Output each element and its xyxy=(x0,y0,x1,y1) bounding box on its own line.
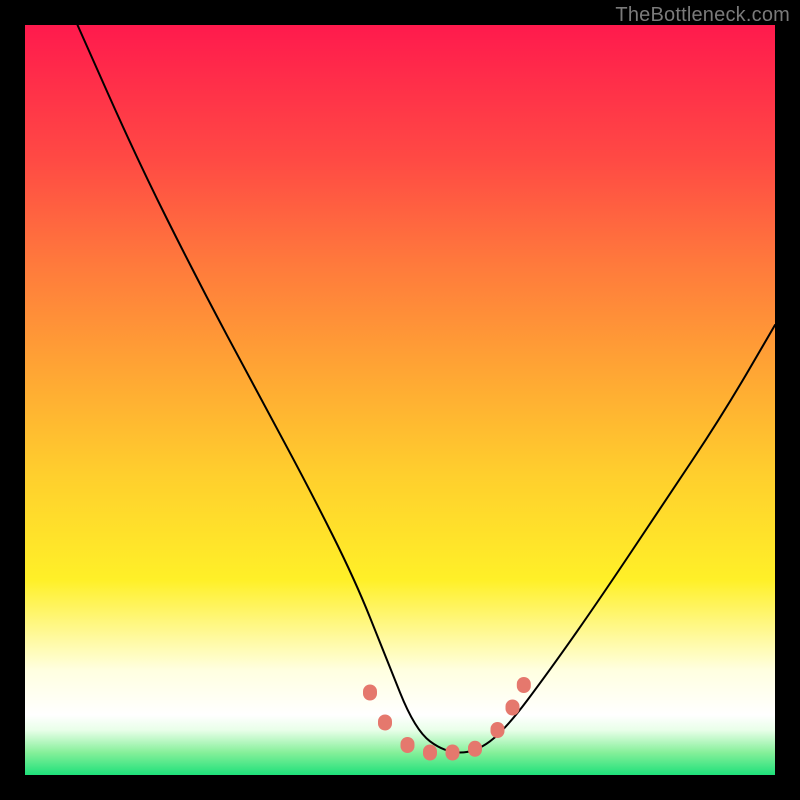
watermark-label: TheBottleneck.com xyxy=(615,4,790,27)
trough-marker xyxy=(363,685,377,701)
chart-frame: TheBottleneck.com xyxy=(0,0,800,800)
trough-marker xyxy=(446,745,460,761)
chart-svg xyxy=(25,25,775,775)
bottleneck-curve xyxy=(78,25,776,753)
trough-markers xyxy=(363,677,531,761)
trough-marker xyxy=(401,737,415,753)
trough-marker xyxy=(506,700,520,716)
trough-marker xyxy=(468,741,482,757)
trough-marker xyxy=(491,722,505,738)
plot-area xyxy=(25,25,775,775)
trough-marker xyxy=(378,715,392,731)
trough-marker xyxy=(423,745,437,761)
trough-marker xyxy=(517,677,531,693)
